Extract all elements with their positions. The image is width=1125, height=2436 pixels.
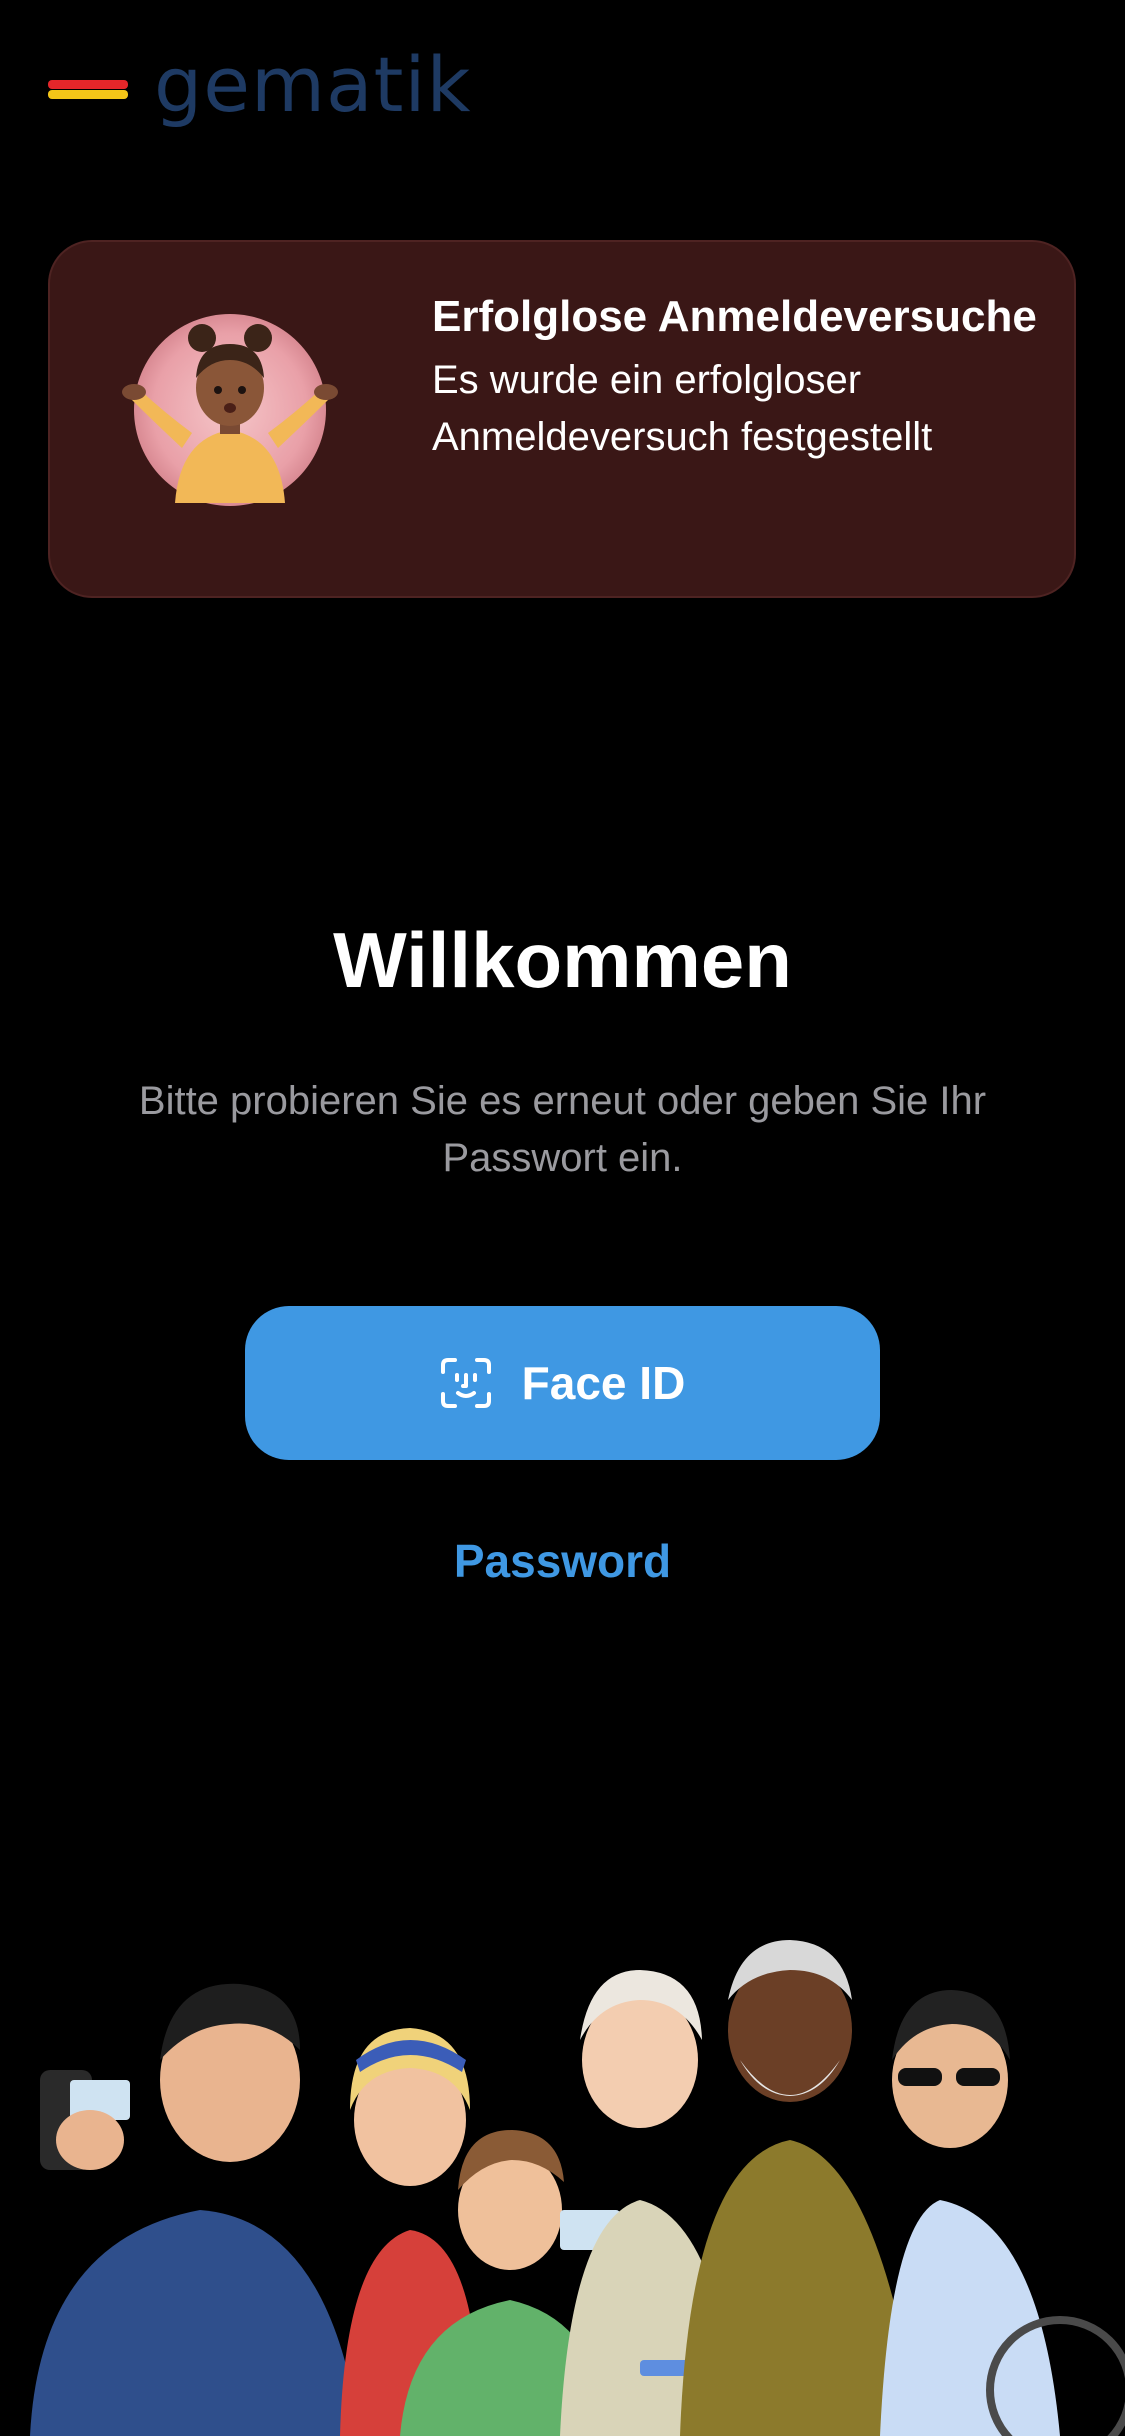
shrugging-person-avatar-icon	[122, 314, 338, 506]
page-title: Willkommen	[333, 916, 792, 1004]
password-link[interactable]: Password	[0, 1526, 1125, 1596]
alert-title: Erfolglose Anmeldeversuche	[432, 292, 1037, 341]
failed-login-alert-card: Erfolglose Anmeldeversuche Es wurde ein …	[48, 240, 1076, 598]
logo-text: gematik	[154, 40, 472, 129]
german-flag-icon	[48, 70, 128, 100]
face-id-button[interactable]: Face ID	[245, 1306, 880, 1460]
face-id-icon	[440, 1358, 491, 1408]
welcome-subtitle: Bitte probieren Sie es erneut oder geben…	[138, 1079, 987, 1180]
alert-message: Es wurde ein erfolgloser Anmeldeversuch …	[432, 358, 933, 459]
gematik-logo: gematik	[48, 40, 472, 130]
face-id-button-label: Face ID	[521, 1357, 686, 1409]
group-of-people-illustration	[30, 1940, 1125, 2436]
